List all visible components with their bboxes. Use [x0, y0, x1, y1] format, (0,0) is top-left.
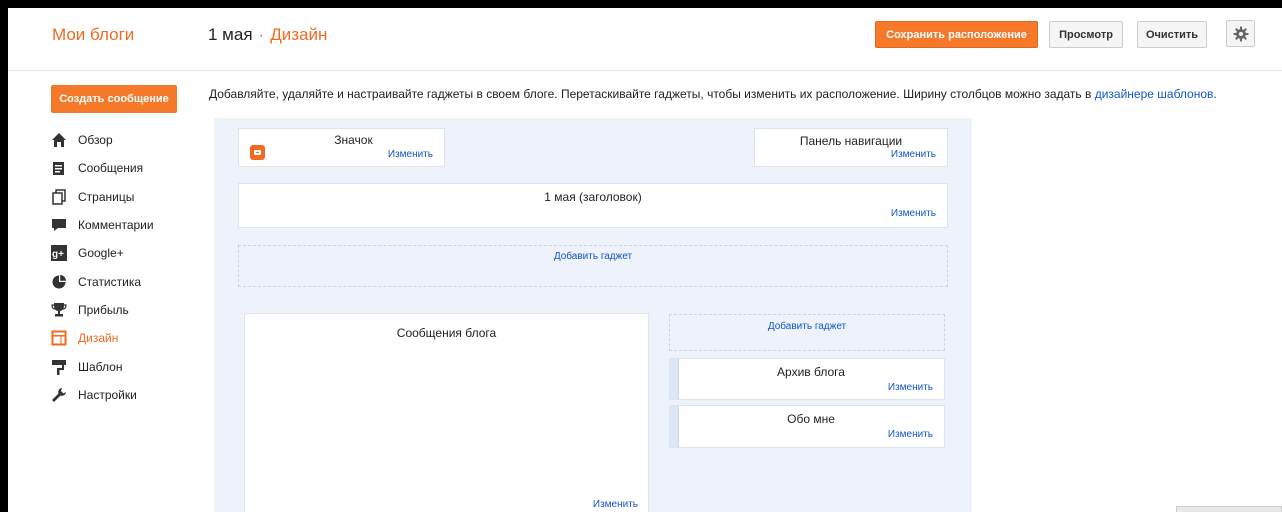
top-bar: Мои блоги 1 мая · Дизайн Сохранить располо… — [8, 8, 1282, 71]
posts-icon — [51, 160, 67, 176]
sidebar-item-stats[interactable]: Статистика — [51, 267, 154, 295]
template-icon — [51, 359, 67, 375]
sidebar-item-label: Дизайн — [78, 331, 119, 346]
sidebar-item-label: Прибыль — [78, 302, 129, 317]
breadcrumb-separator: · — [258, 25, 265, 44]
stats-icon — [51, 274, 67, 290]
sidebar-item-layout[interactable]: Дизайн — [51, 324, 154, 352]
gadget-title: Обо мне — [787, 412, 835, 426]
my-blogs-link[interactable]: Мои блоги — [52, 25, 134, 45]
save-arrangement-button[interactable]: Сохранить расположение — [875, 21, 1038, 48]
page-title: Дизайн — [270, 25, 328, 44]
edit-link[interactable]: Изменить — [891, 149, 936, 160]
header-gadget[interactable]: 1 мая (заголовок) Изменить — [238, 183, 948, 228]
wrench-icon — [51, 387, 67, 403]
sidebar-item-template[interactable]: Шаблон — [51, 352, 154, 380]
gear-icon — [1233, 26, 1248, 41]
blog-posts-gadget[interactable]: Сообщения блога Изменить — [244, 313, 649, 512]
layout-canvas: Значок Изменить Панель навигации Изменит… — [214, 118, 972, 512]
sidebar-item-pages[interactable]: Страницы — [51, 183, 154, 211]
sidebar-item-posts[interactable]: Сообщения — [51, 154, 154, 182]
sidebar-item-earnings[interactable]: Прибыль — [51, 296, 154, 324]
add-gadget-header[interactable]: Добавить гаджет — [238, 245, 948, 287]
intro-sentence: Добавляйте, удаляйте и настраивайте гадж… — [209, 87, 1095, 101]
sidebar-item-overview[interactable]: Обзор — [51, 126, 154, 154]
edit-link[interactable]: Изменить — [888, 429, 933, 440]
sidebar-item-label: Сообщения — [78, 161, 144, 176]
sidebar-item-google-plus[interactable]: g+ Google+ — [51, 239, 154, 267]
blog-archive-gadget[interactable]: Архив блога Изменить — [669, 358, 945, 400]
feedback-tab[interactable] — [1176, 506, 1282, 512]
gadget-title: Архив блога — [777, 365, 845, 379]
sidebar-item-settings[interactable]: Настройки — [51, 381, 154, 409]
sidebar-nav: Обзор Сообщения Страницы Комментарии g+ … — [51, 126, 154, 409]
edit-link[interactable]: Изменить — [593, 499, 638, 510]
google-plus-icon: g+ — [51, 245, 67, 262]
navbar-gadget[interactable]: Панель навигации Изменить — [754, 128, 948, 167]
gadget-title: Значок — [334, 133, 373, 147]
svg-text:g+: g+ — [52, 249, 64, 260]
edit-link[interactable]: Изменить — [891, 208, 936, 219]
about-me-gadget[interactable]: Обо мне Изменить — [669, 405, 945, 448]
add-gadget-sidebar[interactable]: Добавить гаджет — [669, 314, 945, 351]
edit-link[interactable]: Изменить — [388, 149, 433, 160]
template-designer-link[interactable]: дизайнере шаблонов — [1095, 87, 1214, 101]
sidebar-item-label: Страницы — [78, 189, 135, 204]
clear-button[interactable]: Очистить — [1137, 21, 1207, 48]
settings-menu-button[interactable] — [1226, 20, 1255, 47]
blogger-icon — [250, 145, 265, 160]
sidebar-item-label: Настройки — [78, 387, 137, 402]
sidebar-item-label: Google+ — [78, 246, 124, 261]
layout-icon — [51, 330, 67, 346]
gadget-title: 1 мая (заголовок) — [544, 190, 642, 204]
gadget-title: Панель навигации — [799, 134, 903, 148]
favicon-gadget[interactable]: Значок Изменить — [238, 128, 445, 167]
intro-period: . — [1213, 87, 1217, 101]
sidebar-item-label: Статистика — [78, 274, 142, 289]
sidebar-item-comments[interactable]: Комментарии — [51, 211, 154, 239]
breadcrumb: 1 мая · Дизайн — [208, 25, 327, 45]
home-icon — [51, 132, 67, 148]
edit-link[interactable]: Изменить — [888, 382, 933, 393]
create-post-button[interactable]: Создать сообщение — [51, 85, 177, 113]
gadget-title: Сообщения блога — [396, 326, 497, 340]
pages-icon — [51, 188, 67, 205]
preview-button[interactable]: Просмотр — [1049, 21, 1123, 48]
sidebar-item-label: Обзор — [78, 133, 113, 148]
app-window: Мои блоги 1 мая · Дизайн Сохранить располо… — [8, 8, 1282, 512]
blog-name: 1 мая — [208, 25, 253, 44]
earnings-icon — [51, 302, 67, 318]
sidebar-item-label: Комментарии — [78, 218, 154, 233]
sidebar-item-label: Шаблон — [78, 359, 123, 374]
intro-text: Добавляйте, удаляйте и настраивайте гадж… — [209, 87, 1217, 101]
comments-icon — [51, 217, 67, 233]
